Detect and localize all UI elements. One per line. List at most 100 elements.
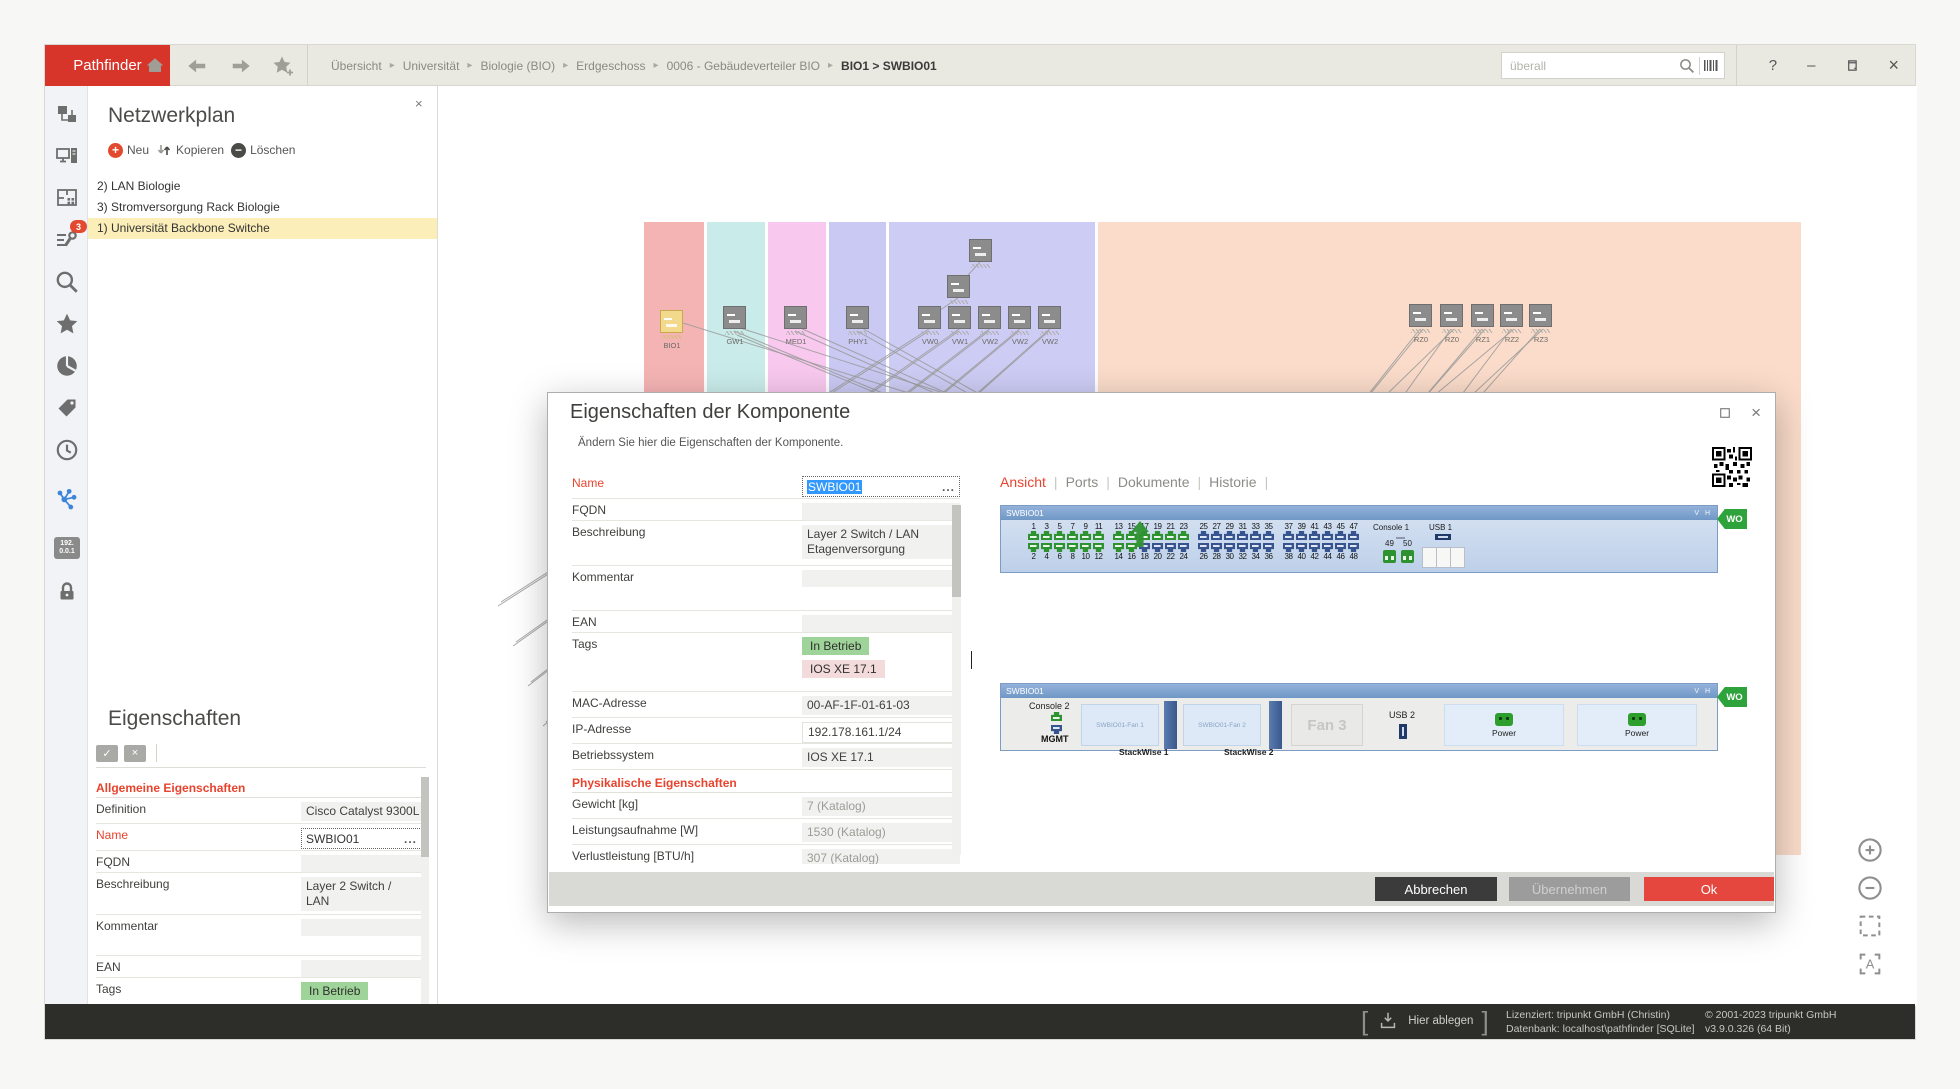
network-node-rz0[interactable] — [1409, 304, 1432, 327]
network-node[interactable] — [947, 275, 970, 298]
help-button[interactable]: ? — [1769, 57, 1777, 74]
port-19[interactable] — [1152, 531, 1163, 540]
work-order-tag[interactable]: WO — [1717, 687, 1747, 707]
barcode-icon[interactable] — [1700, 58, 1724, 74]
network-node-rz1[interactable] — [1471, 304, 1494, 327]
port-38[interactable] — [1283, 543, 1294, 552]
network-node-gw1[interactable] — [723, 306, 746, 329]
name-input[interactable]: SWBIO01... — [802, 476, 960, 497]
search-sidebar-icon[interactable] — [53, 268, 81, 296]
port-28[interactable] — [1211, 543, 1222, 552]
netplan-icon[interactable] — [53, 100, 81, 128]
form-scrollbar[interactable] — [952, 505, 961, 855]
port-46[interactable] — [1335, 543, 1346, 552]
port-16[interactable] — [1126, 543, 1137, 552]
search-box[interactable] — [1501, 52, 1725, 79]
breadcrumb-item[interactable]: Universität — [403, 59, 460, 73]
field-value[interactable]: SWBIO01... — [301, 828, 422, 849]
port-22[interactable] — [1165, 543, 1176, 552]
work-order-tag[interactable]: WO — [1717, 509, 1747, 529]
port-1[interactable] — [1028, 531, 1039, 540]
panel-corner-icons[interactable]: V H — [1694, 688, 1712, 695]
network-node-vw1[interactable] — [948, 306, 971, 329]
netzwerkplan-item[interactable]: 2) LAN Biologie — [88, 176, 437, 197]
network-node-vw2[interactable] — [1008, 306, 1031, 329]
tools-icon[interactable]: 3 — [53, 226, 81, 254]
port-36[interactable] — [1263, 543, 1274, 552]
floorplan-icon[interactable] — [53, 184, 81, 212]
cancel-button[interactable]: Abbrechen — [1375, 877, 1497, 901]
ip-address-icon[interactable]: 192.0.0.1 — [53, 534, 81, 562]
console2-port[interactable] — [1051, 712, 1062, 721]
apply-button[interactable]: Übernehmen — [1509, 877, 1630, 901]
favorite-add-button[interactable] — [269, 52, 297, 80]
port-35[interactable] — [1263, 531, 1274, 540]
maximize-button[interactable] — [1845, 59, 1858, 72]
network-node-rz2[interactable] — [1500, 304, 1523, 327]
port-4[interactable] — [1041, 543, 1052, 552]
port-11[interactable] — [1093, 531, 1104, 540]
field-value[interactable]: SWBIO01... — [802, 476, 960, 497]
port-45[interactable] — [1335, 531, 1346, 540]
tag-icon[interactable] — [53, 394, 81, 422]
power-supply-1[interactable]: Power — [1444, 704, 1564, 746]
usb1-port[interactable] — [1435, 534, 1451, 540]
port-27[interactable] — [1211, 531, 1222, 540]
dialog-close-icon[interactable]: × — [1751, 403, 1761, 423]
port-5[interactable] — [1054, 531, 1065, 540]
port-13[interactable] — [1113, 531, 1124, 540]
network-node[interactable] — [969, 239, 992, 262]
port-44[interactable] — [1322, 543, 1333, 552]
breadcrumb-item[interactable]: Erdgeschoss — [576, 59, 645, 73]
forward-button[interactable] — [227, 52, 255, 80]
network-node-rz0[interactable] — [1440, 304, 1463, 327]
port-37[interactable] — [1283, 531, 1294, 540]
search-icon[interactable] — [1675, 57, 1699, 75]
tab-dokumente[interactable]: Dokumente — [1118, 474, 1190, 490]
fan1-module[interactable]: SWBIO01-Fan 1 — [1081, 704, 1159, 746]
topology-icon[interactable] — [53, 486, 81, 514]
panel-corner-icons[interactable]: V H — [1694, 510, 1712, 517]
devices-icon[interactable] — [53, 142, 81, 170]
search-input[interactable] — [1502, 59, 1675, 73]
breadcrumb-item[interactable]: Biologie (BIO) — [480, 59, 555, 73]
tab-ports[interactable]: Ports — [1066, 474, 1099, 490]
port-42[interactable] — [1309, 543, 1320, 552]
port-29[interactable] — [1224, 531, 1235, 540]
network-node-rz3[interactable] — [1529, 304, 1552, 327]
port-14[interactable] — [1113, 543, 1124, 552]
stackwise2-port[interactable] — [1269, 701, 1282, 749]
minimize-button[interactable]: – — [1807, 57, 1815, 74]
port-32[interactable] — [1237, 543, 1248, 552]
close-button[interactable]: × — [1888, 55, 1899, 76]
text-zoom-button[interactable]: A — [1854, 948, 1886, 980]
port-6[interactable] — [1054, 543, 1065, 552]
netzwerkplan-item[interactable]: 3) Stromversorgung Rack Biologie — [88, 197, 437, 218]
port-8[interactable] — [1067, 543, 1078, 552]
zoom-in-button[interactable] — [1854, 834, 1886, 866]
fan2-module[interactable]: SWBIO01-Fan 2 — [1183, 704, 1261, 746]
value-cell[interactable]: 192.178.161.1/24 — [802, 722, 960, 743]
port-20[interactable] — [1152, 543, 1163, 552]
copy-button[interactable]: Kopieren — [156, 142, 224, 158]
panel-close-icon[interactable]: × — [415, 96, 423, 111]
network-node-vw2[interactable] — [1038, 306, 1061, 329]
port-10[interactable] — [1080, 543, 1091, 552]
lock-icon[interactable] — [53, 578, 81, 606]
stackwise1-port[interactable] — [1164, 701, 1177, 749]
port-24[interactable] — [1178, 543, 1189, 552]
port-21[interactable] — [1165, 531, 1176, 540]
power-supply-2[interactable]: Power — [1577, 704, 1697, 746]
port-41[interactable] — [1309, 531, 1320, 540]
network-node-vw0[interactable] — [918, 306, 941, 329]
port-34[interactable] — [1250, 543, 1261, 552]
network-node-phy1[interactable] — [846, 306, 869, 329]
scrollbar[interactable] — [421, 777, 429, 1006]
port-47[interactable] — [1348, 531, 1359, 540]
delete-button[interactable]: −Löschen — [231, 143, 295, 158]
port-43[interactable] — [1322, 531, 1333, 540]
port-3[interactable] — [1041, 531, 1052, 540]
tab-historie[interactable]: Historie — [1209, 474, 1256, 490]
port-49[interactable] — [1383, 550, 1396, 563]
ellipsis-button[interactable]: ... — [942, 480, 955, 494]
